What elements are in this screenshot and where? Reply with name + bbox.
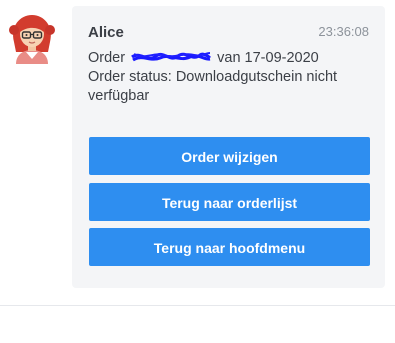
message-bubble: Alice 23:36:08 Order van 17-09-2020 Orde…	[72, 6, 385, 288]
scribble-redaction-icon	[131, 52, 212, 62]
message-text: Order van 17-09-2020 Order status: Downl…	[88, 49, 376, 106]
woman-avatar-icon	[9, 15, 55, 64]
order-prefix: Order	[88, 50, 126, 66]
order-date: van 17-09-2020	[217, 50, 319, 66]
back-to-orders-button[interactable]: Terug naar orderlijst	[89, 183, 370, 221]
message-timestamp: 23:36:08	[318, 24, 369, 39]
back-to-menu-button[interactable]: Terug naar hoofdmenu	[89, 228, 370, 266]
chat-panel: Alice 23:36:08 Order van 17-09-2020 Orde…	[0, 0, 395, 343]
order-status: Order status: Downloadgutschein nicht ve…	[88, 69, 338, 104]
change-order-button[interactable]: Order wijzigen	[89, 137, 370, 175]
divider	[0, 305, 395, 306]
sender-name: Alice	[88, 24, 124, 41]
